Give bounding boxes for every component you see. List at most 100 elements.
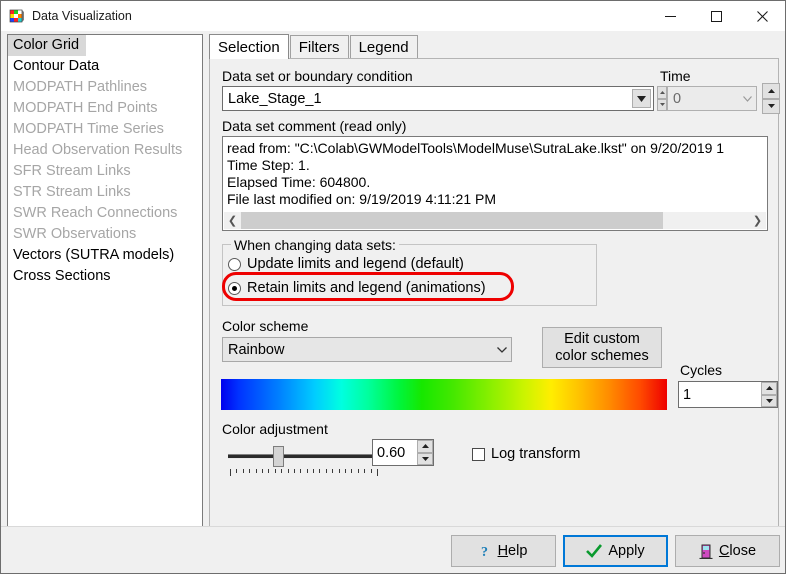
dataset-combo-value: Lake_Stage_1 [228,90,322,107]
cycles-spin-edit[interactable]: 1 [678,381,778,408]
selection-tab-panel: Data set or boundary condition Lake_Stag… [209,58,780,557]
time-step-up-button[interactable] [762,83,780,99]
color-scheme-preview-gradient [221,379,667,410]
sidebar-item-11[interactable]: Cross Sections [8,266,202,287]
apply-button[interactable]: Apply [563,535,668,567]
when-changing-datasets-group: When changing data sets: [222,237,597,306]
sidebar-item-6: SFR Stream Links [8,161,202,182]
close-button-footer[interactable]: Close [675,535,780,567]
sidebar-item-label: Head Observation Results [13,142,183,158]
time-step-down-button[interactable] [762,98,780,114]
scroll-right-arrow-icon[interactable]: ❯ [749,212,766,229]
dataset-combo[interactable]: Lake_Stage_1 [222,86,654,111]
sidebar-item-label: MODPATH Pathlines [13,79,148,95]
minimize-icon [664,15,676,17]
edit-custom-line-1: Edit custom [564,330,640,347]
slider-track [228,454,376,459]
sidebar-item-label: STR Stream Links [13,184,131,200]
color-adjustment-up-button[interactable] [417,440,433,453]
close-button-label: Close [718,543,757,559]
time-updown-left[interactable] [657,86,667,111]
window-title: Data Visualization [32,9,132,23]
cycles-down-button[interactable] [761,394,777,407]
close-button[interactable] [739,1,785,31]
maximize-button[interactable] [693,1,739,31]
sidebar-item-8: SWR Reach Connections [8,203,202,224]
tab-strip: Selection Filters Legend [209,34,779,59]
window-controls [647,1,785,31]
color-adjustment-label: Color adjustment [222,421,328,437]
radio-update-limits[interactable]: Update limits and legend (default) [228,256,464,272]
sidebar-item-1[interactable]: Contour Data [8,56,202,77]
radio-update-limits-label: Update limits and legend (default) [247,256,464,272]
sidebar-item-label: MODPATH End Points [13,100,158,116]
cycles-value[interactable]: 1 [679,382,761,407]
comment-line-3: File last modified on: 9/19/2019 4:11:21… [227,191,497,207]
dataset-label: Data set or boundary condition [222,68,413,84]
footer-bar: ? Help Apply Close [1,526,785,573]
log-transform-checkbox[interactable]: Log transform [472,446,580,462]
sidebar-item-label: SFR Stream Links [13,163,131,179]
minimize-button[interactable] [647,1,693,31]
edit-custom-line-2: color schemes [555,347,649,364]
sidebar-item-0[interactable]: Color Grid [8,35,202,56]
question-mark-icon: ? [481,545,488,559]
comment-label: Data set comment (read only) [222,118,407,134]
sidebar-item-label: SWR Observations [13,226,137,242]
color-adjustment-down-button[interactable] [417,452,433,465]
sidebar-item-label: MODPATH Time Series [13,121,164,137]
color-adjustment-spin-edit[interactable]: 0.60 [372,439,434,466]
tab-selection[interactable]: Selection [209,34,289,59]
tab-filters[interactable]: Filters [289,35,349,59]
log-transform-label: Log transform [491,446,581,462]
sidebar-item-label: Contour Data [13,58,100,74]
color-scheme-label: Color scheme [222,318,309,334]
color-scheme-combo[interactable]: Rainbow [222,337,512,362]
sidebar-item-10[interactable]: Vectors (SUTRA models) [8,245,202,266]
right-pane: Selection Filters Legend Data set or bou… [209,34,780,557]
radio-button-icon[interactable] [228,257,241,271]
sidebar-item-4: MODPATH Time Series [8,119,202,140]
sidebar-item-5: Head Observation Results [8,140,202,161]
edit-custom-color-schemes-button[interactable]: Edit custom color schemes [542,327,662,368]
scrollbar-thumb[interactable] [241,212,663,229]
slider-ticks [230,469,378,476]
comment-memo[interactable]: read from: "C:\Colab\GWModelTools\ModelM… [222,136,768,231]
maximize-icon [710,10,722,22]
time-down-arrow-left[interactable] [657,98,667,111]
time-stepper[interactable] [762,83,780,114]
color-scheme-chevron-down-icon[interactable] [493,338,511,361]
color-adjustment-value[interactable]: 0.60 [373,440,417,465]
sidebar-item-9: SWR Observations [8,224,202,245]
visualization-type-list[interactable]: Color Grid Contour Data MODPATH Pathline… [7,34,203,557]
scroll-left-arrow-icon[interactable]: ❮ [224,212,241,229]
time-chevron-down-icon [738,87,756,110]
comment-line-0: read from: "C:\Colab\GWModelTools\ModelM… [227,140,725,156]
when-changing-datasets-title: When changing data sets: [231,237,399,253]
slider-thumb[interactable] [273,446,284,467]
color-scheme-value: Rainbow [228,341,285,358]
radio-button-selected-icon[interactable] [228,281,241,295]
help-button[interactable]: ? Help [451,535,556,567]
radio-retain-limits[interactable]: Retain limits and legend (animations) [228,280,486,296]
time-up-arrow-left[interactable] [657,86,667,99]
close-icon [756,10,768,22]
sidebar-item-7: STR Stream Links [8,182,202,203]
dialog-body: Color Grid Contour Data MODPATH Pathline… [1,31,785,573]
checkmark-icon [586,544,603,558]
color-adjustment-slider[interactable] [228,445,378,479]
tab-legend[interactable]: Legend [349,35,418,59]
apply-button-label: Apply [608,543,645,559]
comment-line-1: Time Step: 1. [227,157,310,173]
color-adjustment-stepper[interactable] [417,440,433,465]
sidebar-item-label: Color Grid [8,35,87,56]
comment-horizontal-scrollbar[interactable]: ❮ ❯ [224,212,766,229]
door-exit-icon [699,544,713,559]
cycles-up-button[interactable] [761,382,777,395]
sidebar-item-2: MODPATH Pathlines [8,77,202,98]
sidebar-item-label: SWR Reach Connections [13,205,178,221]
scrollbar-track[interactable] [241,212,749,229]
checkbox-icon[interactable] [472,447,485,461]
cycles-stepper[interactable] [761,382,777,407]
chevron-down-icon[interactable] [632,89,651,108]
